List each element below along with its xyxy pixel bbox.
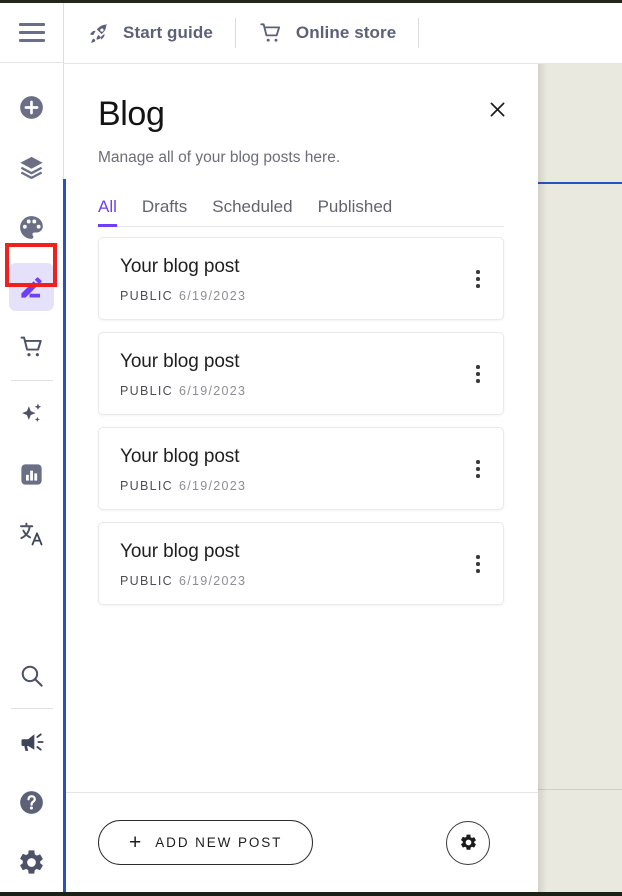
add-new-post-button[interactable]: + ADD NEW POST xyxy=(98,820,313,865)
sidebar-item-settings[interactable] xyxy=(0,832,63,892)
blog-settings-button[interactable] xyxy=(446,821,490,865)
panel-footer: + ADD NEW POST xyxy=(64,792,538,892)
add-circle-icon xyxy=(17,93,46,122)
more-vertical-icon[interactable] xyxy=(465,454,491,484)
post-date: 6/19/2023 xyxy=(179,479,246,493)
sidebar-bottom-items xyxy=(0,645,63,892)
post-date: 6/19/2023 xyxy=(179,574,246,588)
megaphone-icon xyxy=(18,728,46,756)
close-button[interactable] xyxy=(482,94,512,124)
tab-all[interactable]: All xyxy=(98,197,117,226)
sidebar-item-analytics[interactable] xyxy=(0,444,63,504)
add-new-post-label: ADD NEW POST xyxy=(155,835,282,850)
sidebar-rail xyxy=(0,3,63,892)
topbar-divider xyxy=(418,18,419,48)
sidebar-item-apps[interactable] xyxy=(0,384,63,444)
close-icon xyxy=(487,99,508,120)
online-store-label: Online store xyxy=(296,23,396,43)
online-store-button[interactable]: Online store xyxy=(236,3,418,63)
palette-icon xyxy=(17,213,46,242)
post-title: Your blog post xyxy=(120,541,483,563)
pencil-edit-icon xyxy=(18,274,45,301)
status-badge: PUBLIC xyxy=(120,479,173,493)
sidebar-item-help[interactable] xyxy=(0,772,63,832)
tab-published[interactable]: Published xyxy=(318,197,393,226)
tab-drafts[interactable]: Drafts xyxy=(142,197,187,226)
page-title: Blog xyxy=(98,96,504,133)
layers-icon xyxy=(17,153,46,182)
gear-icon xyxy=(17,848,46,877)
sidebar-item-pages[interactable] xyxy=(0,137,63,197)
blog-panel: Blog Manage all of your blog posts here.… xyxy=(64,64,538,892)
shopping-cart-icon xyxy=(258,20,284,46)
sidebar-divider xyxy=(11,380,53,381)
sidebar-item-add[interactable] xyxy=(0,77,63,137)
gear-icon xyxy=(459,833,478,852)
help-circle-icon xyxy=(17,788,46,817)
more-vertical-icon[interactable] xyxy=(465,549,491,579)
shopping-cart-icon xyxy=(18,333,46,361)
app-root: d H Pro |le Blog Manage all of your blog… xyxy=(0,0,622,896)
blog-tabs: All Drafts Scheduled Published xyxy=(98,197,504,227)
post-meta: PUBLIC 6/19/2023 xyxy=(120,384,483,398)
top-bar: Start guide Online store xyxy=(63,3,622,64)
plus-icon: + xyxy=(129,832,141,853)
post-date: 6/19/2023 xyxy=(179,384,246,398)
status-badge: PUBLIC xyxy=(120,384,173,398)
status-badge: PUBLIC xyxy=(120,289,173,303)
sidebar-item-blog[interactable] xyxy=(0,257,63,317)
status-badge: PUBLIC xyxy=(120,574,173,588)
rocket-icon xyxy=(86,21,111,46)
post-title: Your blog post xyxy=(120,446,483,468)
post-meta: PUBLIC 6/19/2023 xyxy=(120,479,483,493)
panel-header: Blog Manage all of your blog posts here. xyxy=(64,64,538,167)
list-item[interactable]: Your blog post PUBLIC 6/19/2023 xyxy=(98,427,504,510)
post-date: 6/19/2023 xyxy=(179,289,246,303)
list-item[interactable]: Your blog post PUBLIC 6/19/2023 xyxy=(98,237,504,320)
more-vertical-icon[interactable] xyxy=(465,264,491,294)
search-icon xyxy=(18,662,45,689)
sparkles-icon xyxy=(18,400,46,428)
post-title: Your blog post xyxy=(120,256,483,278)
start-guide-label: Start guide xyxy=(123,23,213,43)
sidebar-item-design[interactable] xyxy=(0,197,63,257)
list-item[interactable]: Your blog post PUBLIC 6/19/2023 xyxy=(98,332,504,415)
more-vertical-icon[interactable] xyxy=(465,359,491,389)
sidebar-divider xyxy=(11,708,53,709)
sidebar-item-search[interactable] xyxy=(0,645,63,705)
blog-post-list: Your blog post PUBLIC 6/19/2023 Your blog… xyxy=(64,227,538,792)
sidebar-item-store[interactable] xyxy=(0,317,63,377)
start-guide-button[interactable]: Start guide xyxy=(64,3,235,63)
panel-subtitle: Manage all of your blog posts here. xyxy=(98,149,504,167)
sidebar-item-languages[interactable] xyxy=(0,504,63,564)
tab-scheduled[interactable]: Scheduled xyxy=(212,197,292,226)
post-meta: PUBLIC 6/19/2023 xyxy=(120,574,483,588)
post-meta: PUBLIC 6/19/2023 xyxy=(120,289,483,303)
sidebar-primary-items xyxy=(0,63,63,564)
list-item[interactable]: Your blog post PUBLIC 6/19/2023 xyxy=(98,522,504,605)
translate-icon xyxy=(18,520,46,548)
sidebar-item-announcements[interactable] xyxy=(0,712,63,772)
bar-chart-icon xyxy=(18,461,45,488)
panel-active-edge xyxy=(63,179,66,892)
menu-toggle-button[interactable] xyxy=(0,3,63,63)
post-title: Your blog post xyxy=(120,351,483,373)
hamburger-menu-icon xyxy=(19,18,45,47)
